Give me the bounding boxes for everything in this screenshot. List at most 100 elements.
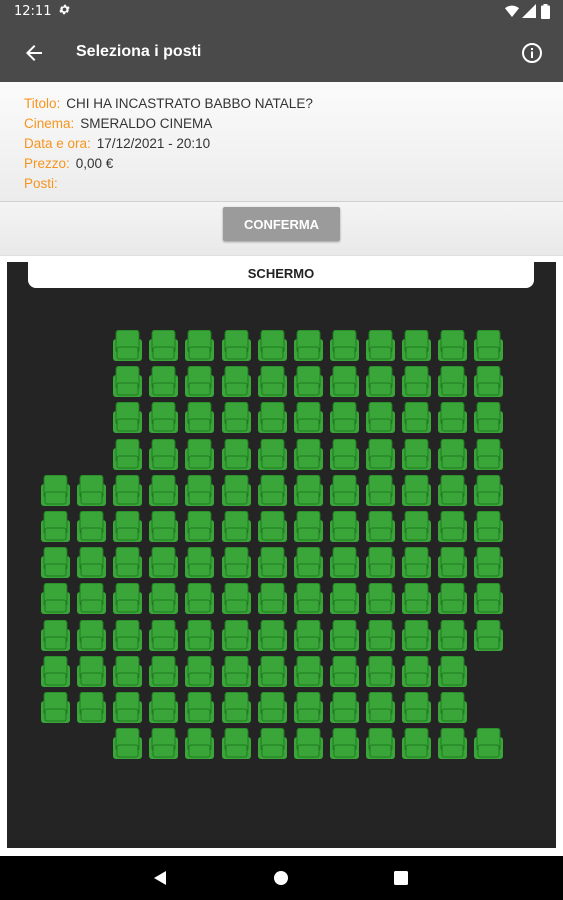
seat-r6-c3[interactable] [113, 511, 143, 542]
seat-r5-c12[interactable] [438, 474, 468, 506]
seat-r5-c5[interactable] [185, 474, 215, 506]
seat-r4-c6[interactable] [221, 438, 251, 470]
seat-r6-c5[interactable] [185, 511, 215, 542]
seat-r4-c13[interactable] [474, 438, 504, 470]
seat-r2-c9[interactable] [329, 366, 359, 398]
seat-r10-c8[interactable] [293, 655, 323, 687]
seat-r8-c10[interactable] [365, 583, 395, 615]
seat-r2-c11[interactable] [402, 366, 431, 398]
seat-r1-c9[interactable] [329, 330, 359, 361]
seat-r8-c9[interactable] [329, 583, 359, 615]
seat-r4-c11[interactable] [402, 438, 431, 470]
seat-r8-c8[interactable] [293, 583, 323, 615]
seat-r5-c4[interactable] [149, 474, 179, 506]
nav-back-icon[interactable] [153, 870, 167, 886]
nav-recent-icon[interactable] [394, 871, 408, 885]
seat-r7-c11[interactable] [402, 547, 431, 579]
seat-r2-c6[interactable] [221, 366, 251, 398]
seat-r11-c2[interactable] [77, 692, 107, 723]
seat-r11-c6[interactable] [221, 692, 251, 723]
seat-r12-c3[interactable] [113, 728, 143, 760]
seat-r12-c8[interactable] [293, 728, 323, 760]
seat-r6-c8[interactable] [293, 511, 323, 542]
seat-r8-c1[interactable] [41, 583, 70, 615]
seat-r6-c6[interactable] [221, 511, 251, 542]
seat-r4-c7[interactable] [257, 438, 287, 470]
seat-r5-c3[interactable] [113, 474, 143, 506]
seat-r12-c10[interactable] [365, 728, 395, 760]
seat-r3-c13[interactable] [474, 402, 504, 434]
seat-r4-c5[interactable] [185, 438, 215, 470]
seat-r6-c2[interactable] [77, 511, 107, 542]
seat-r5-c6[interactable] [221, 474, 251, 506]
nav-home-icon[interactable] [273, 870, 289, 886]
seat-r3-c9[interactable] [329, 402, 359, 434]
seat-r11-c5[interactable] [185, 692, 215, 723]
seat-r10-c4[interactable] [149, 655, 179, 687]
seat-r3-c5[interactable] [185, 402, 215, 434]
seat-r8-c5[interactable] [185, 583, 215, 615]
confirm-button[interactable]: CONFERMA [223, 207, 340, 241]
seat-r2-c8[interactable] [293, 366, 323, 398]
seat-r11-c9[interactable] [329, 692, 359, 723]
seat-r1-c3[interactable] [113, 330, 143, 361]
seat-r4-c8[interactable] [293, 438, 323, 470]
seat-r10-c10[interactable] [365, 655, 395, 687]
seat-r1-c12[interactable] [438, 330, 468, 361]
seat-r10-c1[interactable] [41, 655, 70, 687]
seat-r8-c3[interactable] [113, 583, 143, 615]
seat-r6-c12[interactable] [438, 511, 468, 542]
seat-r8-c12[interactable] [438, 583, 468, 615]
seat-r4-c12[interactable] [438, 438, 468, 470]
seat-r6-c9[interactable] [329, 511, 359, 542]
seat-r7-c13[interactable] [474, 547, 504, 579]
seat-r12-c9[interactable] [329, 728, 359, 760]
seat-r9-c6[interactable] [221, 619, 251, 651]
seat-r11-c1[interactable] [41, 692, 70, 723]
seat-r7-c8[interactable] [293, 547, 323, 579]
seat-r10-c9[interactable] [329, 655, 359, 687]
seat-r4-c10[interactable] [365, 438, 395, 470]
seat-r7-c2[interactable] [77, 547, 107, 579]
seat-r11-c3[interactable] [113, 692, 143, 723]
seat-r8-c13[interactable] [474, 583, 504, 615]
seat-r1-c5[interactable] [185, 330, 215, 361]
seat-r9-c10[interactable] [365, 619, 395, 651]
seat-r3-c4[interactable] [149, 402, 179, 434]
seat-r9-c8[interactable] [293, 619, 323, 651]
seat-r1-c10[interactable] [365, 330, 395, 361]
seat-r5-c2[interactable] [77, 474, 107, 506]
seat-r10-c3[interactable] [113, 655, 143, 687]
seat-r5-c13[interactable] [474, 474, 504, 506]
seat-r8-c4[interactable] [149, 583, 179, 615]
seat-r7-c7[interactable] [257, 547, 287, 579]
seat-r7-c12[interactable] [438, 547, 468, 579]
seat-r6-c7[interactable] [257, 511, 287, 542]
seat-r7-c4[interactable] [149, 547, 179, 579]
seat-r4-c4[interactable] [149, 438, 179, 470]
seat-r12-c11[interactable] [402, 728, 431, 760]
seat-r10-c5[interactable] [185, 655, 215, 687]
seat-r11-c10[interactable] [365, 692, 395, 723]
seat-r12-c5[interactable] [185, 728, 215, 760]
seat-r12-c4[interactable] [149, 728, 179, 760]
seat-r1-c4[interactable] [149, 330, 179, 361]
seat-r4-c3[interactable] [113, 438, 143, 470]
seat-r3-c12[interactable] [438, 402, 468, 434]
seat-r9-c9[interactable] [329, 619, 359, 651]
seat-r2-c12[interactable] [438, 366, 468, 398]
seat-r6-c10[interactable] [365, 511, 395, 542]
seat-r6-c11[interactable] [402, 511, 431, 542]
seat-r11-c7[interactable] [257, 692, 287, 723]
seat-r7-c9[interactable] [329, 547, 359, 579]
seat-r7-c5[interactable] [185, 547, 215, 579]
seat-r1-c6[interactable] [221, 330, 251, 361]
seat-r3-c8[interactable] [293, 402, 323, 434]
seat-r3-c10[interactable] [365, 402, 395, 434]
seat-r10-c7[interactable] [257, 655, 287, 687]
seat-r5-c8[interactable] [293, 474, 323, 506]
seat-r7-c1[interactable] [41, 547, 70, 579]
seat-r7-c6[interactable] [221, 547, 251, 579]
seat-r8-c6[interactable] [221, 583, 251, 615]
seat-r8-c7[interactable] [257, 583, 287, 615]
